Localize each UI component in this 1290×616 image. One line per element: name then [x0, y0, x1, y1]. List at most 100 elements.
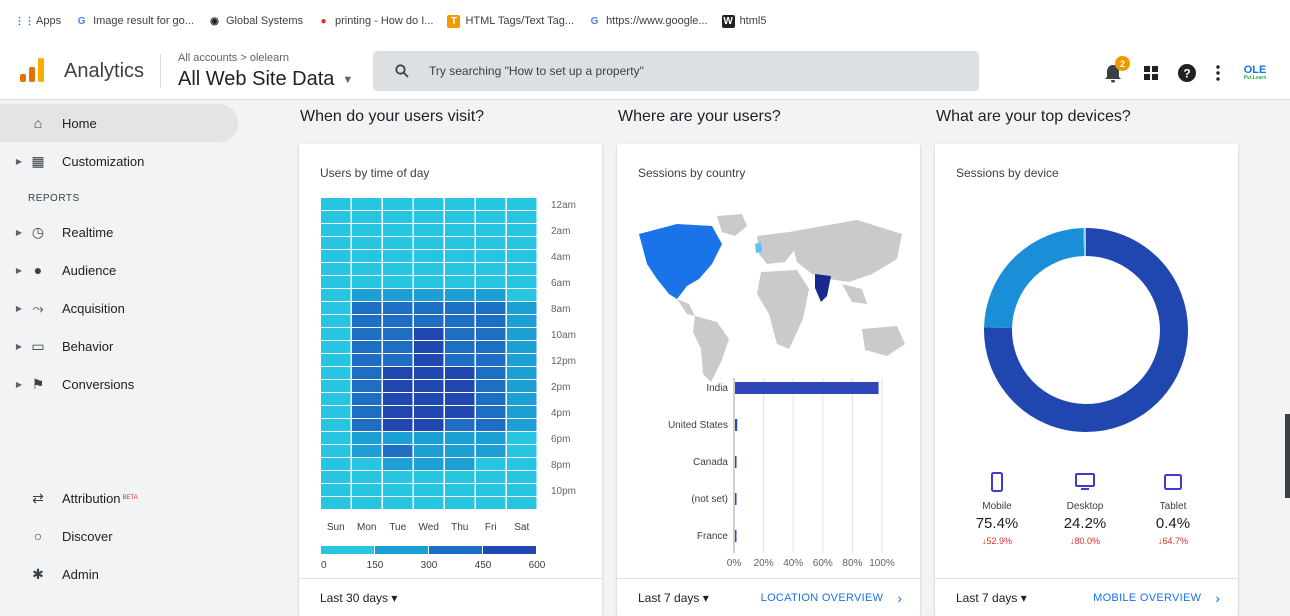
- heatmap-cell[interactable]: [445, 341, 475, 353]
- heatmap-cell[interactable]: [507, 276, 537, 288]
- heatmap-cell[interactable]: [476, 484, 506, 496]
- heatmap-cell[interactable]: [414, 419, 444, 431]
- heatmap-cell[interactable]: [321, 198, 351, 210]
- bookmark-item[interactable]: ◉ Global Systems: [208, 15, 303, 28]
- heatmap-cell[interactable]: [321, 484, 351, 496]
- heatmap-cell[interactable]: [383, 302, 413, 314]
- heatmap-cell[interactable]: [383, 263, 413, 275]
- heatmap-cell[interactable]: [507, 263, 537, 275]
- heatmap-cell[interactable]: [383, 406, 413, 418]
- mobile-overview-link[interactable]: MOBILE OVERVIEW: [1093, 592, 1201, 604]
- heatmap-cell[interactable]: [476, 445, 506, 457]
- heatmap-cell[interactable]: [507, 198, 537, 210]
- heatmap-cell[interactable]: [507, 497, 537, 509]
- heatmap-cell[interactable]: [507, 458, 537, 470]
- heatmap-cell[interactable]: [445, 497, 475, 509]
- heatmap-cell[interactable]: [352, 211, 382, 223]
- heatmap-cell[interactable]: [414, 367, 444, 379]
- heatmap-cell[interactable]: [414, 380, 444, 392]
- heatmap-cell[interactable]: [352, 250, 382, 262]
- heatmap-cell[interactable]: [414, 354, 444, 366]
- heatmap-cell[interactable]: [507, 367, 537, 379]
- heatmap-cell[interactable]: [414, 432, 444, 444]
- heatmap-cell[interactable]: [321, 328, 351, 340]
- heatmap-cell[interactable]: [414, 198, 444, 210]
- heatmap-cell[interactable]: [414, 497, 444, 509]
- heatmap-cell[interactable]: [321, 419, 351, 431]
- heatmap-cell[interactable]: [383, 393, 413, 405]
- heatmap-cell[interactable]: [507, 432, 537, 444]
- heatmap-cell[interactable]: [321, 432, 351, 444]
- heatmap-cell[interactable]: [321, 263, 351, 275]
- heatmap-cell[interactable]: [321, 367, 351, 379]
- apps-grid-icon[interactable]: [1144, 66, 1158, 80]
- chevron-right-icon[interactable]: ›: [1215, 590, 1220, 606]
- heatmap-cell[interactable]: [476, 406, 506, 418]
- help-icon[interactable]: ?: [1178, 64, 1196, 82]
- sidebar-item-discover[interactable]: ○ Discover: [0, 517, 238, 555]
- heatmap-cell[interactable]: [445, 419, 475, 431]
- heatmap-cell[interactable]: [445, 315, 475, 327]
- heatmap-cell[interactable]: [507, 354, 537, 366]
- sidebar-item-realtime[interactable]: ▶ ◷ Realtime: [0, 213, 238, 251]
- sidebar-item-customization[interactable]: ▶ ▦ Customization: [0, 142, 238, 180]
- heatmap-cell[interactable]: [383, 458, 413, 470]
- heatmap-cell[interactable]: [352, 328, 382, 340]
- heatmap-cell[interactable]: [352, 380, 382, 392]
- heatmap-cell[interactable]: [476, 458, 506, 470]
- bookmark-item[interactable]: ⋮⋮ Apps: [15, 15, 62, 28]
- heatmap-cell[interactable]: [321, 393, 351, 405]
- heatmap-cell[interactable]: [383, 471, 413, 483]
- heatmap-cell[interactable]: [383, 354, 413, 366]
- heatmap-cell[interactable]: [445, 471, 475, 483]
- country-bar[interactable]: [735, 382, 879, 394]
- heatmap-cell[interactable]: [383, 224, 413, 236]
- heatmap-cell[interactable]: [383, 484, 413, 496]
- heatmap-cell[interactable]: [383, 341, 413, 353]
- heatmap-cell[interactable]: [321, 315, 351, 327]
- heatmap-cell[interactable]: [352, 315, 382, 327]
- heatmap-cell[interactable]: [507, 341, 537, 353]
- bookmark-item[interactable]: ● printing - How do I...: [317, 15, 433, 28]
- heatmap-cell[interactable]: [414, 276, 444, 288]
- heatmap-cell[interactable]: [321, 380, 351, 392]
- heatmap-cell[interactable]: [445, 289, 475, 301]
- heatmap-cell[interactable]: [476, 328, 506, 340]
- heatmap-cell[interactable]: [445, 458, 475, 470]
- heatmap-cell[interactable]: [445, 484, 475, 496]
- location-overview-link[interactable]: LOCATION OVERVIEW: [761, 592, 884, 604]
- heatmap-cell[interactable]: [414, 471, 444, 483]
- heatmap-cell[interactable]: [414, 341, 444, 353]
- heatmap-cell[interactable]: [445, 276, 475, 288]
- heatmap-cell[interactable]: [445, 198, 475, 210]
- heatmap-cell[interactable]: [321, 458, 351, 470]
- heatmap-cell[interactable]: [383, 289, 413, 301]
- sidebar-item-home[interactable]: ⌂ Home: [0, 104, 238, 142]
- heatmap-cell[interactable]: [445, 367, 475, 379]
- heatmap-cell[interactable]: [507, 302, 537, 314]
- bookmark-item[interactable]: G Image result for go...: [75, 15, 194, 28]
- heatmap-cell[interactable]: [414, 302, 444, 314]
- bookmark-item[interactable]: Whtml5: [721, 14, 766, 28]
- heatmap-cell[interactable]: [352, 406, 382, 418]
- heatmap-cell[interactable]: [476, 302, 506, 314]
- heatmap-cell[interactable]: [476, 237, 506, 249]
- heatmap-cell[interactable]: [383, 432, 413, 444]
- country-bar[interactable]: [735, 493, 737, 505]
- heatmap-cell[interactable]: [414, 406, 444, 418]
- country-bar[interactable]: [735, 419, 738, 431]
- heatmap-cell[interactable]: [414, 445, 444, 457]
- notifications-button[interactable]: 2: [1102, 56, 1130, 84]
- heatmap-cell[interactable]: [352, 458, 382, 470]
- heatmap-cell[interactable]: [321, 445, 351, 457]
- more-vert-icon[interactable]: [1216, 65, 1220, 81]
- heatmap-cell[interactable]: [445, 432, 475, 444]
- date-range-selector[interactable]: Last 7 days ▾: [956, 591, 1027, 605]
- heatmap-cell[interactable]: [445, 263, 475, 275]
- heatmap-cell[interactable]: [414, 250, 444, 262]
- account-breadcrumb[interactable]: All accounts > olelearn: [178, 52, 289, 64]
- heatmap-cell[interactable]: [507, 484, 537, 496]
- heatmap-cell[interactable]: [383, 198, 413, 210]
- search-bar[interactable]: Try searching "How to set up a property": [373, 51, 979, 91]
- heatmap-cell[interactable]: [445, 354, 475, 366]
